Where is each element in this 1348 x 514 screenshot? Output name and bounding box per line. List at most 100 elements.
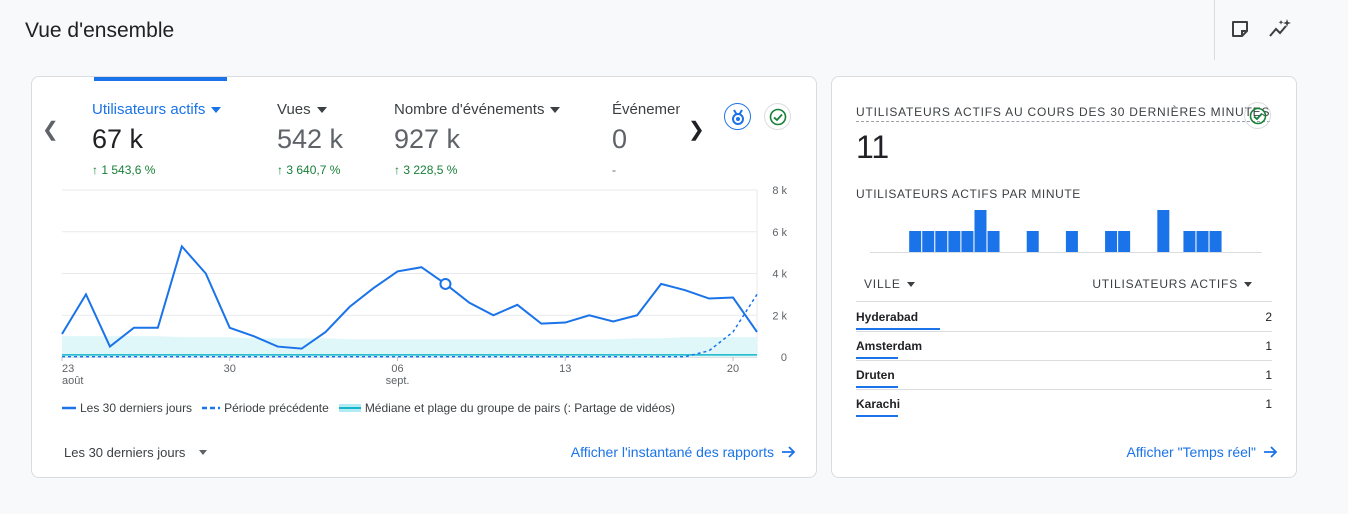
metric-change: ↑ 1 543,6 % bbox=[92, 163, 156, 177]
x-tick-label: 20 bbox=[727, 363, 739, 375]
line-chart: 8 k 6 k 4 k 2 k 0 23 août 30 06 sept. 13 20 bbox=[32, 177, 818, 402]
metric-value: 0 bbox=[612, 124, 628, 154]
caret-down-icon bbox=[316, 106, 327, 113]
minute-bar[interactable] bbox=[948, 231, 961, 252]
metric-tab-active-users[interactable]: Utilisateurs actifs 67 k ↑ 1 543,6 % bbox=[92, 101, 222, 177]
city-cell: Amsterdam bbox=[856, 339, 923, 353]
link-label: Afficher l'instantané des rapports bbox=[570, 444, 774, 460]
minute-bar[interactable] bbox=[935, 231, 948, 252]
header-divider bbox=[1214, 0, 1215, 60]
metric-value: 927 k bbox=[394, 124, 461, 154]
line-chart-svg: 8 k 6 k 4 k 2 k 0 23août 30 06sept. 13 20 bbox=[61, 185, 787, 387]
share-bar bbox=[856, 357, 898, 359]
minute-bar[interactable] bbox=[1026, 231, 1039, 252]
users-cell: 1 bbox=[1265, 339, 1272, 353]
benchmark-medal-icon[interactable] bbox=[724, 103, 751, 130]
metric-change: ↑ 3 640,7 % bbox=[277, 163, 341, 177]
view-realtime-link[interactable]: Afficher "Temps réel" bbox=[1126, 444, 1278, 460]
legend-label: Les 30 derniers jours bbox=[80, 401, 193, 415]
realtime-title[interactable]: UTILISATEURS ACTIFS AU COURS DES 30 DERN… bbox=[856, 105, 1271, 122]
minute-bar[interactable] bbox=[909, 231, 922, 252]
x-tick-sublabel: août bbox=[62, 375, 83, 387]
users-cell: 1 bbox=[1265, 397, 1272, 411]
y-tick-label: 2 k bbox=[772, 310, 787, 322]
insights-sparkle-icon[interactable] bbox=[1267, 16, 1293, 42]
users-cell: 2 bbox=[1265, 310, 1272, 324]
note-icon[interactable] bbox=[1227, 16, 1253, 42]
chevron-right-icon[interactable]: ❯ bbox=[688, 117, 705, 142]
caret-down-icon bbox=[199, 450, 208, 455]
caret-down-icon bbox=[211, 106, 222, 113]
peer-range-band bbox=[62, 336, 757, 357]
column-header-city[interactable]: VILLE bbox=[864, 277, 915, 291]
minute-bar[interactable] bbox=[1209, 231, 1222, 252]
metric-label[interactable]: Vues bbox=[277, 101, 343, 118]
minute-bar[interactable] bbox=[961, 231, 974, 252]
caret-down-icon bbox=[550, 106, 561, 113]
date-range-dropdown[interactable]: Les 30 derniers jours bbox=[64, 445, 208, 460]
metric-tab-key-events[interactable]: Événements clés 0 - bbox=[612, 101, 680, 177]
column-label: VILLE bbox=[864, 277, 901, 291]
y-tick-label: 0 bbox=[781, 352, 787, 364]
minute-bar[interactable] bbox=[922, 231, 935, 252]
metric-label[interactable]: Événements clés bbox=[612, 101, 680, 118]
check-circle-icon[interactable] bbox=[764, 103, 791, 130]
minute-bar[interactable] bbox=[1157, 210, 1170, 252]
table-row[interactable]: Amsterdam 1 bbox=[856, 331, 1272, 360]
table-row[interactable]: Karachi 1 bbox=[856, 389, 1272, 418]
minute-bar[interactable] bbox=[974, 210, 987, 252]
arrow-right-icon bbox=[1264, 446, 1278, 458]
check-circle-icon[interactable] bbox=[1244, 102, 1271, 129]
view-reports-snapshot-link[interactable]: Afficher l'instantané des rapports bbox=[571, 444, 796, 460]
metric-value: 67 k bbox=[92, 124, 144, 154]
minute-bar[interactable] bbox=[1105, 231, 1118, 252]
x-tick-label: 13 bbox=[559, 363, 571, 375]
legend-item-peers: Médiane et plage du groupe de pairs (: P… bbox=[338, 401, 676, 415]
realtime-value: 11 bbox=[856, 129, 890, 165]
minute-bar[interactable] bbox=[1118, 231, 1131, 252]
minute-bar[interactable] bbox=[1196, 231, 1209, 252]
overview-card: ❮ Utilisateurs actifs 67 k ↑ 1 543,6 % V… bbox=[31, 76, 817, 478]
hover-point-marker bbox=[439, 277, 452, 290]
caret-down-icon bbox=[906, 281, 915, 287]
legend-label: Période précédente bbox=[224, 401, 329, 415]
users-cell: 1 bbox=[1265, 368, 1272, 382]
caret-down-icon bbox=[1244, 281, 1252, 287]
y-tick-label: 8 k bbox=[772, 185, 787, 197]
per-minute-bar-chart bbox=[870, 210, 1262, 253]
per-minute-label: UTILISATEURS ACTIFS PAR MINUTE bbox=[856, 187, 1081, 201]
column-header-active-users[interactable]: UTILISATEURS ACTIFS bbox=[1092, 277, 1252, 291]
metric-label[interactable]: Utilisateurs actifs bbox=[92, 101, 222, 118]
x-tick-sublabel: sept. bbox=[386, 375, 410, 387]
legend-item-previous: Période précédente bbox=[202, 401, 329, 415]
minute-bar[interactable] bbox=[1065, 231, 1078, 252]
legend-item-current: Les 30 derniers jours bbox=[62, 401, 192, 415]
minute-bar[interactable] bbox=[987, 231, 1000, 252]
y-tick-label: 4 k bbox=[772, 269, 787, 281]
arrow-right-icon bbox=[782, 446, 796, 458]
minute-bar[interactable] bbox=[1183, 231, 1196, 252]
page-title: Vue d'ensemble bbox=[25, 19, 175, 42]
y-tick-label: 6 k bbox=[772, 227, 787, 239]
city-cell: Karachi bbox=[856, 397, 901, 411]
realtime-card: UTILISATEURS ACTIFS AU COURS DES 30 DERN… bbox=[831, 76, 1297, 478]
column-label: UTILISATEURS ACTIFS bbox=[1092, 277, 1238, 291]
city-cell: Hyderabad bbox=[856, 310, 919, 324]
metric-tab-views[interactable]: Vues 542 k ↑ 3 640,7 % bbox=[277, 101, 343, 177]
chart-legend: Les 30 derniers jours Période précédente… bbox=[62, 401, 675, 415]
metric-tab-event-count[interactable]: Nombre d'événements 927 k ↑ 3 228,5 % bbox=[394, 101, 561, 177]
chevron-left-icon[interactable]: ❮ bbox=[42, 117, 59, 142]
x-tick-label: 23 bbox=[62, 363, 74, 375]
metric-label[interactable]: Nombre d'événements bbox=[394, 101, 561, 118]
share-bar bbox=[856, 386, 898, 388]
active-tab-indicator bbox=[94, 77, 227, 81]
legend-label: Médiane et plage du groupe de pairs (: P… bbox=[364, 401, 676, 415]
metric-change: ↑ 3 228,5 % bbox=[394, 163, 458, 177]
metric-change: - bbox=[612, 163, 616, 177]
x-tick-label: 06 bbox=[391, 363, 403, 375]
table-row[interactable]: Druten 1 bbox=[856, 360, 1272, 389]
series-last-30-days-line bbox=[61, 244, 758, 350]
city-cell: Druten bbox=[856, 368, 895, 382]
date-range-label: Les 30 derniers jours bbox=[64, 445, 186, 460]
table-row[interactable]: Hyderabad 2 bbox=[856, 302, 1272, 331]
